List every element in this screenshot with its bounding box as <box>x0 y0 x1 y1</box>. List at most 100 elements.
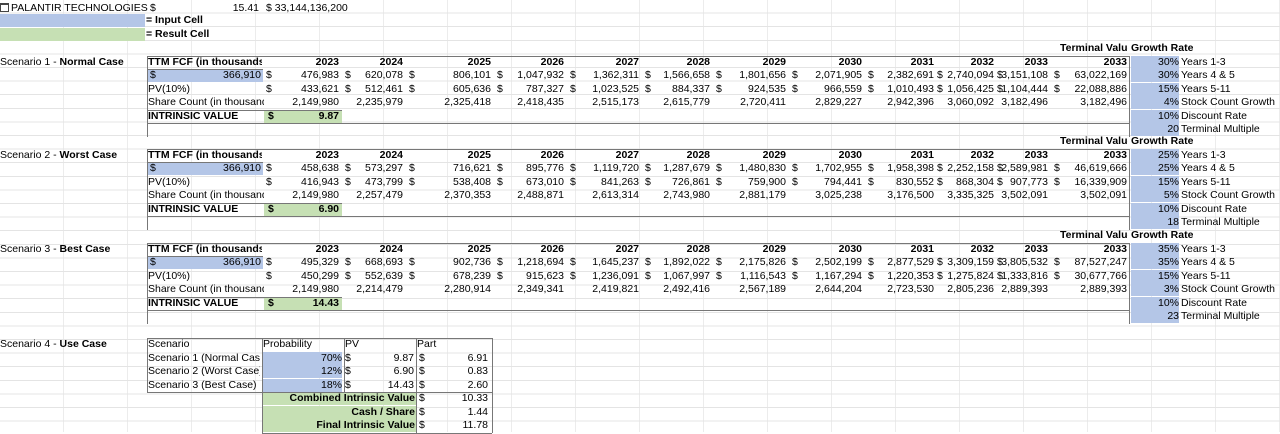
scenario-2-shares-4[interactable]: 2,613,314 <box>573 189 639 202</box>
scenario-3-fcf-2[interactable]: 902,736 <box>431 256 491 269</box>
scenario-2-pv-0[interactable]: 416,943 <box>289 176 339 189</box>
scenario-1-shares-11[interactable]: 3,182,496 <box>1051 96 1127 109</box>
scenario-3-fcf-9[interactable]: 3,309,159 <box>936 256 994 269</box>
scenario-1-shares-6[interactable]: 2,720,411 <box>720 96 786 109</box>
scenario-2-pv-6[interactable]: 759,900 <box>720 176 786 189</box>
scenario-1-ttm-input[interactable]: $366,910 <box>147 69 263 82</box>
scenario-2-pv-11[interactable]: 16,339,909 <box>1051 176 1127 189</box>
scenario-1-fcf-5[interactable]: 1,566,658 <box>646 69 710 82</box>
scenario-2-intrinsic-value[interactable]: $6.90 <box>264 202 342 216</box>
scenario-1-fcf-4[interactable]: 1,362,311 <box>573 69 639 82</box>
scenario-3-ttm-input[interactable]: $366,910 <box>147 256 263 269</box>
scenario-3-fcf-0[interactable]: 495,329 <box>289 256 339 269</box>
scenario-3-shares-6[interactable]: 2,567,189 <box>720 283 786 296</box>
scenario-3-fcf-10[interactable]: 3,805,532 <box>996 256 1048 269</box>
scenario-1-param-value-1[interactable]: 30% <box>1131 69 1179 82</box>
scenario-1-shares-3[interactable]: 2,418,435 <box>504 96 564 109</box>
scenario-1-shares-10[interactable]: 3,182,496 <box>996 96 1048 109</box>
scenario-3-fcf-6[interactable]: 2,175,826 <box>720 256 786 269</box>
scenario-1-shares-2[interactable]: 2,325,418 <box>431 96 491 109</box>
scenario-1-pv-4[interactable]: 1,023,525 <box>573 83 639 96</box>
scenario-1-pv-8[interactable]: 1,010,493 <box>868 83 934 96</box>
scenario-1-fcf-6[interactable]: 1,801,656 <box>720 69 786 82</box>
use-case-probability-2[interactable]: 18% <box>262 378 342 392</box>
scenario-3-param-value-0[interactable]: 35% <box>1131 242 1179 256</box>
scenario-2-pv-1[interactable]: 473,799 <box>343 176 403 189</box>
scenario-2-pv-2[interactable]: 538,408 <box>431 176 491 189</box>
scenario-1-param-value-3[interactable]: 4% <box>1131 96 1179 109</box>
scenario-2-shares-1[interactable]: 2,257,479 <box>343 189 403 202</box>
scenario-2-shares-11[interactable]: 3,502,091 <box>1051 189 1127 202</box>
scenario-3-fcf-3[interactable]: 1,218,694 <box>504 256 564 269</box>
scenario-3-pv-2[interactable]: 678,239 <box>431 270 491 283</box>
scenario-2-ttm-input[interactable]: $366,910 <box>147 162 263 175</box>
scenario-2-fcf-7[interactable]: 1,702,955 <box>796 162 862 175</box>
scenario-1-shares-9[interactable]: 3,060,092 <box>936 96 994 109</box>
scenario-3-pv-7[interactable]: 1,167,294 <box>796 270 862 283</box>
use-case-part-2[interactable]: 2.60 <box>416 379 488 392</box>
scenario-2-shares-0[interactable]: 2,149,980 <box>289 189 339 202</box>
scenario-3-shares-2[interactable]: 2,280,914 <box>431 283 491 296</box>
scenario-1-pv-2[interactable]: 605,636 <box>431 83 491 96</box>
scenario-2-pv-9[interactable]: 868,304 <box>936 176 994 189</box>
final-intrinsic-value-value[interactable]: 11.78 <box>416 419 489 432</box>
scenario-3-shares-1[interactable]: 2,214,479 <box>343 283 403 296</box>
scenario-3-pv-0[interactable]: 450,299 <box>289 270 339 283</box>
scenario-2-fcf-9[interactable]: 2,252,158 <box>936 162 994 175</box>
scenario-1-fcf-3[interactable]: 1,047,932 <box>504 69 564 82</box>
use-case-pv-0[interactable]: 9.87 <box>344 352 414 365</box>
scenario-2-fcf-1[interactable]: 573,297 <box>343 162 403 175</box>
scenario-2-fcf-5[interactable]: 1,287,679 <box>646 162 710 175</box>
scenario-1-pv-5[interactable]: 884,337 <box>646 83 710 96</box>
scenario-1-fcf-7[interactable]: 2,071,905 <box>796 69 862 82</box>
scenario-1-pv-10[interactable]: 1,104,444 <box>996 83 1048 96</box>
scenario-1-shares-4[interactable]: 2,515,173 <box>573 96 639 109</box>
scenario-2-fcf-3[interactable]: 895,776 <box>504 162 564 175</box>
scenario-3-fcf-1[interactable]: 668,693 <box>343 256 403 269</box>
scenario-2-pv-4[interactable]: 841,263 <box>573 176 639 189</box>
scenario-1-fcf-1[interactable]: 620,078 <box>343 69 403 82</box>
scenario-2-shares-2[interactable]: 2,370,353 <box>431 189 491 202</box>
scenario-1-fcf-2[interactable]: 806,101 <box>431 69 491 82</box>
scenario-2-shares-9[interactable]: 3,335,325 <box>936 189 994 202</box>
scenario-3-shares-9[interactable]: 2,805,236 <box>936 283 994 296</box>
scenario-1-shares-0[interactable]: 2,149,980 <box>289 96 339 109</box>
scenario-2-shares-5[interactable]: 2,743,980 <box>646 189 710 202</box>
scenario-1-param-value-0[interactable]: 30% <box>1131 55 1179 69</box>
scenario-2-shares-3[interactable]: 2,488,871 <box>504 189 564 202</box>
scenario-3-intrinsic-value[interactable]: $14.43 <box>264 296 342 310</box>
scenario-3-shares-0[interactable]: 2,149,980 <box>289 283 339 296</box>
scenario-3-param-value-4[interactable]: 10% <box>1131 296 1179 310</box>
scenario-2-param-value-4[interactable]: 10% <box>1131 202 1179 216</box>
scenario-3-pv-6[interactable]: 1,116,543 <box>720 270 786 283</box>
scenario-1-pv-6[interactable]: 924,535 <box>720 83 786 96</box>
scenario-3-fcf-8[interactable]: 2,877,529 <box>868 256 934 269</box>
scenario-3-param-value-1[interactable]: 35% <box>1131 256 1179 269</box>
scenario-1-intrinsic-value[interactable]: $9.87 <box>264 109 342 123</box>
scenario-3-shares-10[interactable]: 2,889,393 <box>996 283 1048 296</box>
use-case-part-1[interactable]: 0.83 <box>416 365 488 378</box>
scenario-2-shares-8[interactable]: 3,176,500 <box>868 189 934 202</box>
scenario-2-param-value-1[interactable]: 25% <box>1131 162 1179 175</box>
scenario-2-fcf-0[interactable]: 458,638 <box>289 162 339 175</box>
combined-intrinsic-value-value[interactable]: 10.33 <box>416 392 488 405</box>
scenario-2-param-value-3[interactable]: 5% <box>1131 189 1179 202</box>
scenario-3-pv-11[interactable]: 30,677,766 <box>1051 270 1127 283</box>
scenario-1-fcf-10[interactable]: 3,151,108 <box>996 69 1048 82</box>
scenario-3-shares-5[interactable]: 2,492,416 <box>646 283 710 296</box>
scenario-3-param-value-3[interactable]: 3% <box>1131 283 1179 296</box>
cash-per-share-value[interactable]: 1.44 <box>416 406 488 419</box>
scenario-1-pv-0[interactable]: 433,621 <box>289 83 339 96</box>
scenario-3-fcf-4[interactable]: 1,645,237 <box>573 256 639 269</box>
scenario-2-shares-7[interactable]: 3,025,238 <box>796 189 862 202</box>
use-case-probability-1[interactable]: 12% <box>262 365 342 378</box>
scenario-2-pv-5[interactable]: 726,861 <box>646 176 710 189</box>
scenario-3-pv-5[interactable]: 1,067,997 <box>646 270 710 283</box>
scenario-1-param-value-2[interactable]: 15% <box>1131 82 1179 96</box>
scenario-3-shares-8[interactable]: 2,723,530 <box>868 283 934 296</box>
scenario-1-param-value-4[interactable]: 10% <box>1131 109 1179 123</box>
scenario-1-pv-7[interactable]: 966,559 <box>796 83 862 96</box>
use-case-pv-2[interactable]: 14.43 <box>344 379 414 392</box>
scenario-1-fcf-0[interactable]: 476,983 <box>289 69 339 82</box>
scenario-1-shares-8[interactable]: 2,942,396 <box>868 96 934 109</box>
